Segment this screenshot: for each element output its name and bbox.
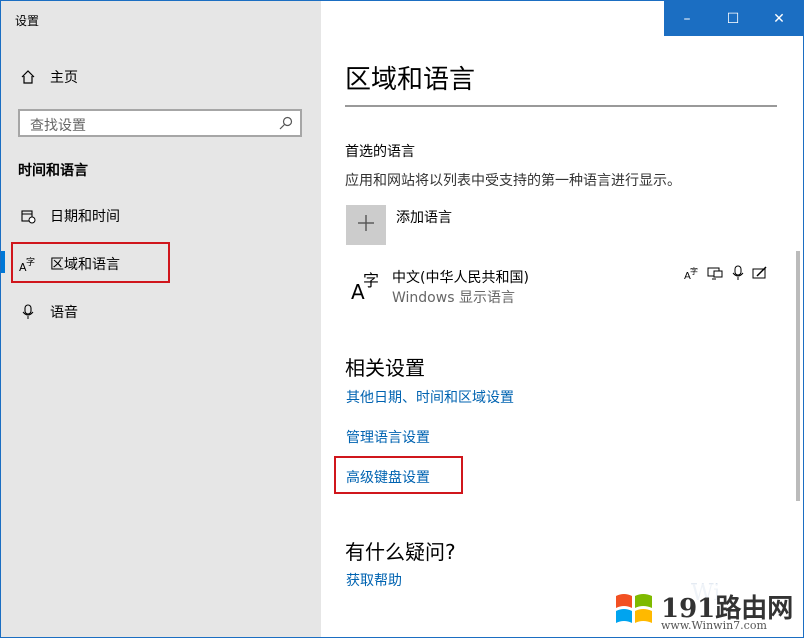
- plus-icon: [357, 214, 375, 236]
- calendar-clock-icon: [19, 207, 37, 225]
- svg-text:字: 字: [363, 271, 379, 290]
- sidebar-item-speech[interactable]: 语音: [1, 292, 321, 332]
- sidebar-item-datetime[interactable]: 日期和时间: [1, 196, 321, 236]
- window-controls: – ☐ ✕: [664, 1, 803, 36]
- nav-home-label: 主页: [50, 70, 78, 86]
- link-other-date-time-region[interactable]: 其他日期、时间和区域设置: [346, 387, 514, 407]
- microphone-icon: [19, 303, 37, 321]
- minimize-button[interactable]: –: [664, 1, 710, 36]
- related-settings-heading: 相关设置: [345, 356, 425, 380]
- close-button[interactable]: ✕: [756, 1, 802, 36]
- page-title: 区域和语言: [345, 65, 476, 95]
- scrollbar[interactable]: [796, 251, 800, 501]
- windows-logo-icon: [613, 590, 655, 634]
- language-glyph-icon: A字: [350, 269, 382, 304]
- search-placeholder: 查找设置: [30, 118, 86, 134]
- watermark: 191路由网 www.Winwin7.com: [607, 584, 803, 636]
- scrolled-content-divider: [345, 105, 777, 107]
- watermark-url: www.Winwin7.com: [661, 619, 767, 632]
- preferred-languages-description: 应用和网站将以列表中受支持的第一种语言进行显示。: [345, 173, 681, 189]
- home-icon: [19, 68, 37, 86]
- search-input[interactable]: 查找设置: [18, 109, 302, 137]
- highlight-box-region-language: [11, 242, 170, 283]
- link-get-help[interactable]: 获取帮助: [346, 570, 402, 590]
- preferred-languages-heading: 首选的语言: [345, 144, 415, 160]
- highlight-box-advanced-keyboard: [334, 456, 463, 494]
- questions-heading: 有什么疑问?: [345, 540, 456, 564]
- handwriting-icon: [752, 265, 768, 281]
- maximize-button[interactable]: ☐: [710, 1, 756, 36]
- speech-icon: [730, 265, 746, 281]
- language-name[interactable]: 中文(中华人民共和国): [392, 267, 529, 287]
- section-title: 时间和语言: [18, 163, 88, 179]
- search-icon[interactable]: [278, 115, 294, 131]
- add-language-label[interactable]: 添加语言: [396, 207, 452, 227]
- sidebar: 设置 主页 查找设置 时间和语言 日期和时间 A字 区域和语言 语音: [1, 1, 321, 637]
- window-title: 设置: [15, 14, 40, 28]
- sidebar-item-label: 日期和时间: [50, 209, 120, 225]
- settings-window: 设置 主页 查找设置 时间和语言 日期和时间 A字 区域和语言 语音 – ☐ ✕…: [0, 0, 804, 638]
- sidebar-item-label: 语音: [50, 305, 78, 321]
- add-language-button[interactable]: [346, 205, 386, 245]
- nav-home[interactable]: 主页: [1, 57, 321, 97]
- language-subtitle: Windows 显示语言: [392, 290, 515, 306]
- display-icon: [707, 265, 723, 281]
- language-pack-icon: A字: [684, 265, 700, 282]
- svg-text:字: 字: [690, 266, 698, 276]
- link-manage-language[interactable]: 管理语言设置: [346, 427, 430, 447]
